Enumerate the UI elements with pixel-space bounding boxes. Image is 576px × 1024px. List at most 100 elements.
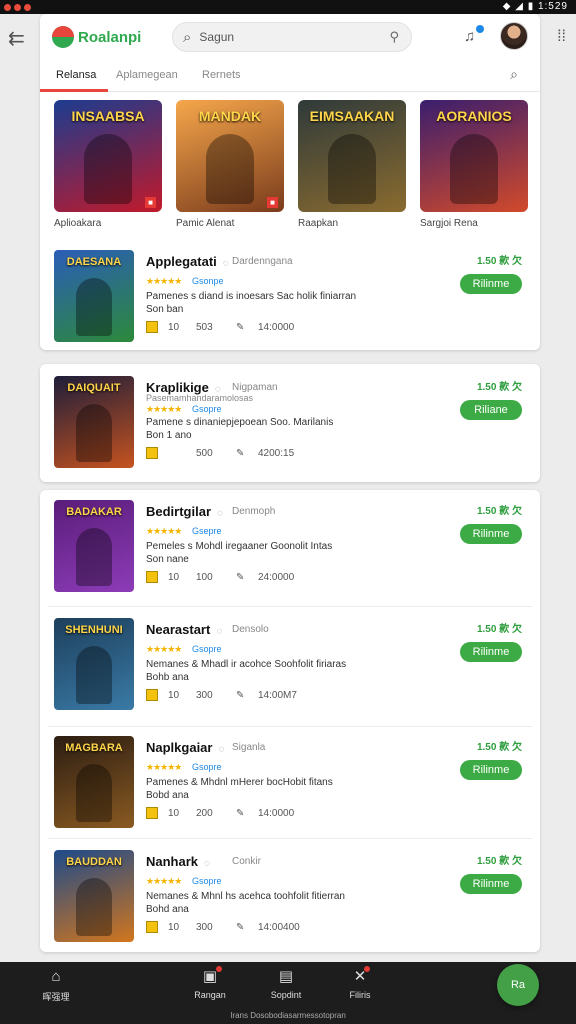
grid-menu-icon[interactable]: ⁞⁞: [557, 28, 566, 46]
nav-label: Filiris: [349, 990, 371, 1000]
row-divider: [48, 606, 532, 607]
featured-game-1[interactable]: INSAABSA ■ Aplioakara: [54, 100, 162, 229]
app-name[interactable]: Nearastart ◌: [146, 622, 222, 637]
desc-line-2: Son ban: [146, 304, 184, 315]
meta-size: 300: [196, 690, 213, 701]
star-rating: ★★★★★: [146, 876, 182, 886]
app-description: Pamenes s diand is inoesars Sac holik fi…: [146, 290, 366, 316]
app-description: Pamene s dinaniepjepoean Soo. Marilanis B…: [146, 416, 366, 442]
install-button[interactable]: Rilinme: [460, 760, 522, 780]
app-row-3[interactable]: BADAKAR Bedirtgilar ◌ Denmoph ★★★★★ Gsepre Pem…: [40, 490, 540, 602]
app-row-6[interactable]: BAUDDAN Nanhark ◌ Conkir ★★★★★ Gsopre Nemanes …: [40, 840, 540, 952]
app-thumbnail: DAIQUAIT: [54, 376, 134, 468]
app-price: 1.50 款 欠: [476, 742, 522, 753]
notification-badge: [476, 25, 484, 33]
app-thumbnail: BAUDDAN: [54, 850, 134, 942]
app-name-text: Bedirtgilar: [146, 504, 212, 519]
install-button[interactable]: Rilinme: [460, 524, 522, 544]
app-price: 1.50 款 欠: [476, 506, 522, 517]
app-card-2: DAIQUAIT Kraplikige ◌ Nigpaman Pasemamhandar…: [40, 364, 540, 482]
featured-art: AORANIOS: [420, 100, 528, 212]
desc-line-2: Bohb ana: [146, 672, 189, 683]
desc-line-2: Bobd ana: [146, 790, 189, 801]
app-description: Nemanes & Mhnl hs acehca toohfolit fitie…: [146, 890, 366, 916]
meta-size: 503: [196, 322, 213, 333]
install-button[interactable]: Rilinme: [460, 874, 522, 894]
edit-icon: ✎: [236, 322, 245, 333]
app-name[interactable]: Naplkgaiar ◌: [146, 740, 224, 755]
meta-count: 10: [168, 922, 180, 933]
app-publisher: Densolo: [232, 624, 269, 635]
desc-line-2: Bon 1 ano: [146, 430, 192, 441]
tab-aplamegean[interactable]: Aplamegean: [116, 69, 178, 81]
nav-label: 晖强理: [42, 992, 70, 1002]
app-description: Pemeles s Mohdl iregaaner Goonolit Intas…: [146, 540, 366, 566]
footer-text: Irans Dosobodiasarmessotopran: [230, 1011, 346, 1020]
file-icon: [146, 807, 158, 819]
floating-action-button[interactable]: Ra: [497, 964, 539, 1006]
app-thumbnail: DAESANA: [54, 250, 134, 342]
app-name[interactable]: Bedirtgilar ◌: [146, 504, 223, 519]
search-bar[interactable]: ⌕ Sagun ⚲: [172, 22, 412, 52]
star-rating: ★★★★★: [146, 276, 182, 286]
install-button[interactable]: Riliane: [460, 400, 522, 420]
app-category: Gsepre: [192, 526, 222, 536]
nav-home[interactable]: ⌂ 晖强理: [26, 968, 86, 1003]
nav-badge: [364, 966, 370, 972]
logo-text: Roalanpi: [78, 28, 142, 46]
app-logo[interactable]: Roalanpi: [52, 24, 141, 50]
nav-rangan[interactable]: ▣ Rangan: [180, 968, 240, 1000]
app-name-text: Nearastart: [146, 622, 211, 637]
nav-filiris[interactable]: ✕ Filiris: [330, 968, 390, 1000]
apps-icon: ▣: [202, 968, 218, 985]
app-publisher: Conkir: [232, 856, 261, 867]
tab-search-icon[interactable]: ⌕: [510, 66, 518, 83]
app-name[interactable]: Applegatati ◌: [146, 254, 229, 269]
meta-count: 10: [168, 808, 180, 819]
character-figure: [76, 528, 112, 586]
nav-label: Rangan: [194, 990, 226, 1000]
notification-icon[interactable]: ♫: [464, 28, 475, 45]
nav-badge: [216, 966, 222, 972]
mic-icon[interactable]: ⚲: [389, 29, 399, 45]
status-right: ◆ ◢ ▮ 1:529: [502, 1, 568, 12]
tab-relansa[interactable]: Relansa: [56, 69, 96, 81]
app-name-text: Applegatati: [146, 254, 217, 269]
featured-game-4[interactable]: AORANIOS Sargjoi Rena: [420, 100, 528, 229]
app-row-1[interactable]: DAESANA Applegatati ◌ Dardenngana ★★★★★ Gsonp…: [40, 240, 540, 352]
app-row-2[interactable]: DAIQUAIT Kraplikige ◌ Nigpaman Pasemamhandar…: [40, 366, 540, 478]
app-category: Gsopre: [192, 644, 222, 654]
app-category: Gsonpe: [192, 276, 224, 286]
character-figure: [76, 404, 112, 462]
app-name-text: Nanhark: [146, 854, 199, 869]
app-row-5[interactable]: MAGBARA Naplkgaiar ◌ Siganla ★★★★★ Gsopre Pame…: [40, 726, 540, 838]
meta-count: 10: [168, 572, 180, 583]
featured-caption: Pamic Alenat: [176, 218, 235, 229]
featured-tag: ■: [267, 197, 278, 208]
meta-size: 500: [196, 448, 213, 459]
featured-title: MANDAK: [198, 108, 262, 124]
tab-rernets[interactable]: Rernets: [202, 69, 241, 81]
desc-line-1: Pamene s dinaniepjepoean Soo. Marilanis: [146, 417, 334, 428]
app-row-4[interactable]: SHENHUNI Nearastart ◌ Densolo ★★★★★ Gsopre Nem…: [40, 608, 540, 720]
back-arrow-icon[interactable]: ⇇: [8, 26, 25, 51]
app-name-text: Naplkgaiar: [146, 740, 213, 755]
app-category: Gsopre: [192, 404, 222, 414]
featured-game-3[interactable]: EIMSAAKAN Raapkan: [298, 100, 406, 229]
app-price: 1.50 款 欠: [476, 624, 522, 635]
nav-label: Sopdint: [270, 990, 302, 1000]
file-icon: [146, 571, 158, 583]
search-input[interactable]: Sagun: [199, 30, 389, 44]
install-button[interactable]: Rilinme: [460, 642, 522, 662]
app-name[interactable]: Nanhark ◌: [146, 854, 210, 869]
avatar[interactable]: [500, 22, 528, 50]
featured-game-2[interactable]: MANDAK ■ Pamic Alenat: [176, 100, 284, 229]
meta-time: 4200:15: [258, 448, 295, 459]
library-icon: ▤: [278, 968, 294, 985]
app-thumbnail: SHENHUNI: [54, 618, 134, 710]
featured-title: EIMSAAKAN: [309, 108, 395, 124]
tools-icon: ✕: [353, 968, 367, 985]
install-button[interactable]: Rilinme: [460, 274, 522, 294]
star-rating: ★★★★★: [146, 644, 182, 654]
nav-sopdint[interactable]: ▤ Sopdint: [256, 968, 316, 1000]
